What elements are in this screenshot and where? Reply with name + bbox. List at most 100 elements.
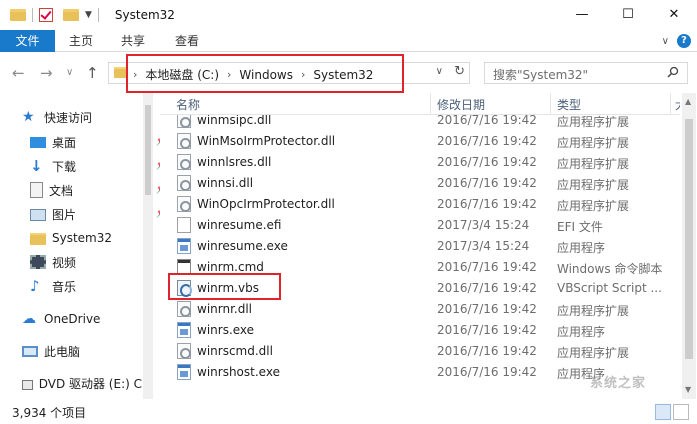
expand-ribbon-icon[interactable]: ∨ bbox=[662, 36, 669, 47]
file-row[interactable]: winnsi.dll 2016/7/16 19:42 应用程序扩展 bbox=[160, 173, 680, 194]
back-icon[interactable]: ← bbox=[12, 64, 25, 82]
list-scrollbar[interactable]: ▲ ▼ bbox=[682, 93, 696, 399]
file-name: winmsipc.dll bbox=[197, 113, 272, 127]
column-divider[interactable] bbox=[550, 93, 551, 115]
dvd-icon bbox=[22, 379, 33, 390]
nav-music[interactable]: ♪ 音乐 bbox=[30, 274, 180, 298]
up-icon[interactable]: ↑ bbox=[86, 64, 99, 82]
file-name: winresume.efi bbox=[197, 218, 282, 232]
tab-home[interactable]: 主页 bbox=[60, 30, 102, 52]
status-bar: 3,934 个项目 bbox=[0, 400, 697, 424]
recent-locations-icon[interactable]: ∨ bbox=[66, 67, 73, 78]
search-icon[interactable] bbox=[667, 66, 679, 78]
divider bbox=[32, 8, 33, 22]
list-scrollbar-thumb[interactable] bbox=[685, 119, 693, 359]
nav-videos[interactable]: 视频 bbox=[30, 250, 180, 274]
nav-label: 下载 bbox=[52, 159, 77, 174]
exe-file-icon bbox=[177, 238, 191, 254]
file-date: 2016/7/16 19:42 bbox=[437, 197, 537, 211]
refresh-icon[interactable]: ↻ bbox=[454, 64, 465, 79]
file-row[interactable]: winresume.exe 2017/3/4 15:24 应用程序 bbox=[160, 236, 680, 257]
pictures-icon bbox=[30, 209, 46, 221]
minimize-button[interactable]: — bbox=[559, 0, 605, 28]
close-button[interactable]: ✕ bbox=[651, 0, 697, 28]
column-size[interactable]: 大 bbox=[675, 96, 680, 113]
computer-icon bbox=[22, 346, 38, 357]
file-date: 2016/7/16 19:42 bbox=[437, 344, 537, 358]
forward-icon[interactable]: → bbox=[40, 64, 53, 82]
scroll-down-icon[interactable]: ▼ bbox=[685, 385, 691, 394]
large-icons-view-icon[interactable] bbox=[673, 404, 689, 420]
nav-desktop[interactable]: 桌面 📌 bbox=[30, 130, 180, 154]
file-type: Windows 命令脚本 bbox=[557, 262, 663, 276]
file-type: VBScript Script ... bbox=[557, 281, 662, 295]
help-icon[interactable]: ? bbox=[677, 34, 691, 48]
file-row[interactable]: winresume.efi 2017/3/4 15:24 EFI 文件 bbox=[160, 215, 680, 236]
column-date[interactable]: 修改日期 bbox=[437, 96, 485, 113]
file-type: 应用程序扩展 bbox=[557, 199, 630, 213]
download-icon: ↓ bbox=[30, 157, 43, 175]
file-row[interactable]: winrnr.dll 2016/7/16 19:42 应用程序扩展 bbox=[160, 299, 680, 320]
nav-scrollbar[interactable] bbox=[143, 93, 153, 399]
nav-label: 桌面 bbox=[52, 135, 77, 150]
file-name: winresume.exe bbox=[197, 239, 288, 253]
item-count: 3,934 个项目 bbox=[12, 406, 87, 420]
nav-system32[interactable]: System32 bbox=[30, 226, 180, 250]
file-type: 应用程序扩展 bbox=[557, 115, 630, 129]
file-row[interactable]: winrscmd.dll 2016/7/16 19:42 应用程序扩展 bbox=[160, 341, 680, 362]
file-date: 2016/7/16 19:42 bbox=[437, 176, 537, 190]
document-icon bbox=[30, 182, 43, 198]
tab-view[interactable]: 查看 bbox=[166, 30, 208, 52]
search-input[interactable]: 搜索"System32" bbox=[484, 62, 688, 84]
file-name: winrscmd.dll bbox=[197, 344, 273, 358]
star-icon: ★ bbox=[22, 109, 35, 125]
tab-share[interactable]: 共享 bbox=[112, 30, 154, 52]
file-row[interactable]: winrs.exe 2016/7/16 19:42 应用程序 bbox=[160, 320, 680, 341]
window-title: System32 bbox=[114, 8, 175, 22]
dll-file-icon bbox=[177, 154, 191, 170]
quick-access-dropdown-icon[interactable]: ▼ bbox=[85, 10, 92, 20]
maximize-button[interactable]: ☐ bbox=[605, 0, 651, 28]
file-type: 应用程序扩展 bbox=[557, 346, 630, 360]
dll-file-icon bbox=[177, 175, 191, 191]
column-name[interactable]: 名称 bbox=[176, 96, 200, 113]
address-dropdown-icon[interactable]: ∨ bbox=[436, 66, 443, 77]
file-type: EFI 文件 bbox=[557, 220, 603, 234]
nav-label: DVD 驱动器 (E:) C bbox=[38, 376, 142, 391]
address-row: ← → ∨ ↑ › 本地磁盘 (C:) › Windows › System32… bbox=[0, 53, 697, 93]
title-bar: ▼ System32 — ☐ ✕ bbox=[0, 0, 697, 30]
scroll-up-icon[interactable]: ▲ bbox=[685, 97, 691, 106]
column-divider[interactable] bbox=[670, 93, 671, 115]
file-type: 应用程序扩展 bbox=[557, 136, 630, 150]
nav-scrollbar-thumb[interactable] bbox=[145, 105, 151, 195]
nav-label: 音乐 bbox=[52, 279, 77, 294]
column-type[interactable]: 类型 bbox=[557, 96, 581, 113]
file-name: winrshost.exe bbox=[197, 365, 280, 379]
details-view-icon[interactable] bbox=[655, 404, 671, 420]
file-date: 2016/7/16 19:42 bbox=[437, 155, 537, 169]
file-type: 应用程序 bbox=[557, 241, 606, 255]
file-list: 名称 修改日期 类型 大 winmsipc.dll 2016/7/16 19:42… bbox=[160, 93, 680, 399]
file-row[interactable]: WinOpcIrmProtector.dll 2016/7/16 19:42 应用程… bbox=[160, 194, 680, 215]
nav-documents[interactable]: 文档 📌 bbox=[30, 178, 180, 202]
properties-icon[interactable] bbox=[39, 8, 53, 22]
nav-label: 图片 bbox=[52, 207, 77, 222]
onedrive-icon: ☁ bbox=[22, 311, 36, 327]
file-type: 应用程序 bbox=[557, 325, 606, 339]
tab-file[interactable]: 文件 bbox=[0, 30, 55, 52]
nav-pictures[interactable]: 图片 📌 bbox=[30, 202, 180, 226]
file-row[interactable]: winnlsres.dll 2016/7/16 19:42 应用程序扩展 bbox=[160, 152, 680, 173]
nav-downloads[interactable]: ↓ 下载 📌 bbox=[30, 154, 180, 178]
file-name: WinOpcIrmProtector.dll bbox=[197, 197, 335, 211]
column-divider[interactable] bbox=[430, 93, 431, 115]
dll-file-icon bbox=[177, 133, 191, 149]
new-folder-icon[interactable] bbox=[63, 9, 79, 21]
folder-icon bbox=[10, 9, 26, 21]
exe-file-icon bbox=[177, 322, 191, 338]
search-placeholder: 搜索"System32" bbox=[493, 68, 589, 82]
column-header: 名称 修改日期 类型 大 bbox=[160, 93, 680, 115]
nav-label: System32 bbox=[52, 231, 113, 245]
file-row[interactable]: WinMsoIrmProtector.dll 2016/7/16 19:42 应用程… bbox=[160, 131, 680, 152]
file-file-icon bbox=[177, 217, 191, 233]
nav-dvd-drive[interactable]: DVD 驱动器 (E:) C bbox=[22, 371, 142, 395]
